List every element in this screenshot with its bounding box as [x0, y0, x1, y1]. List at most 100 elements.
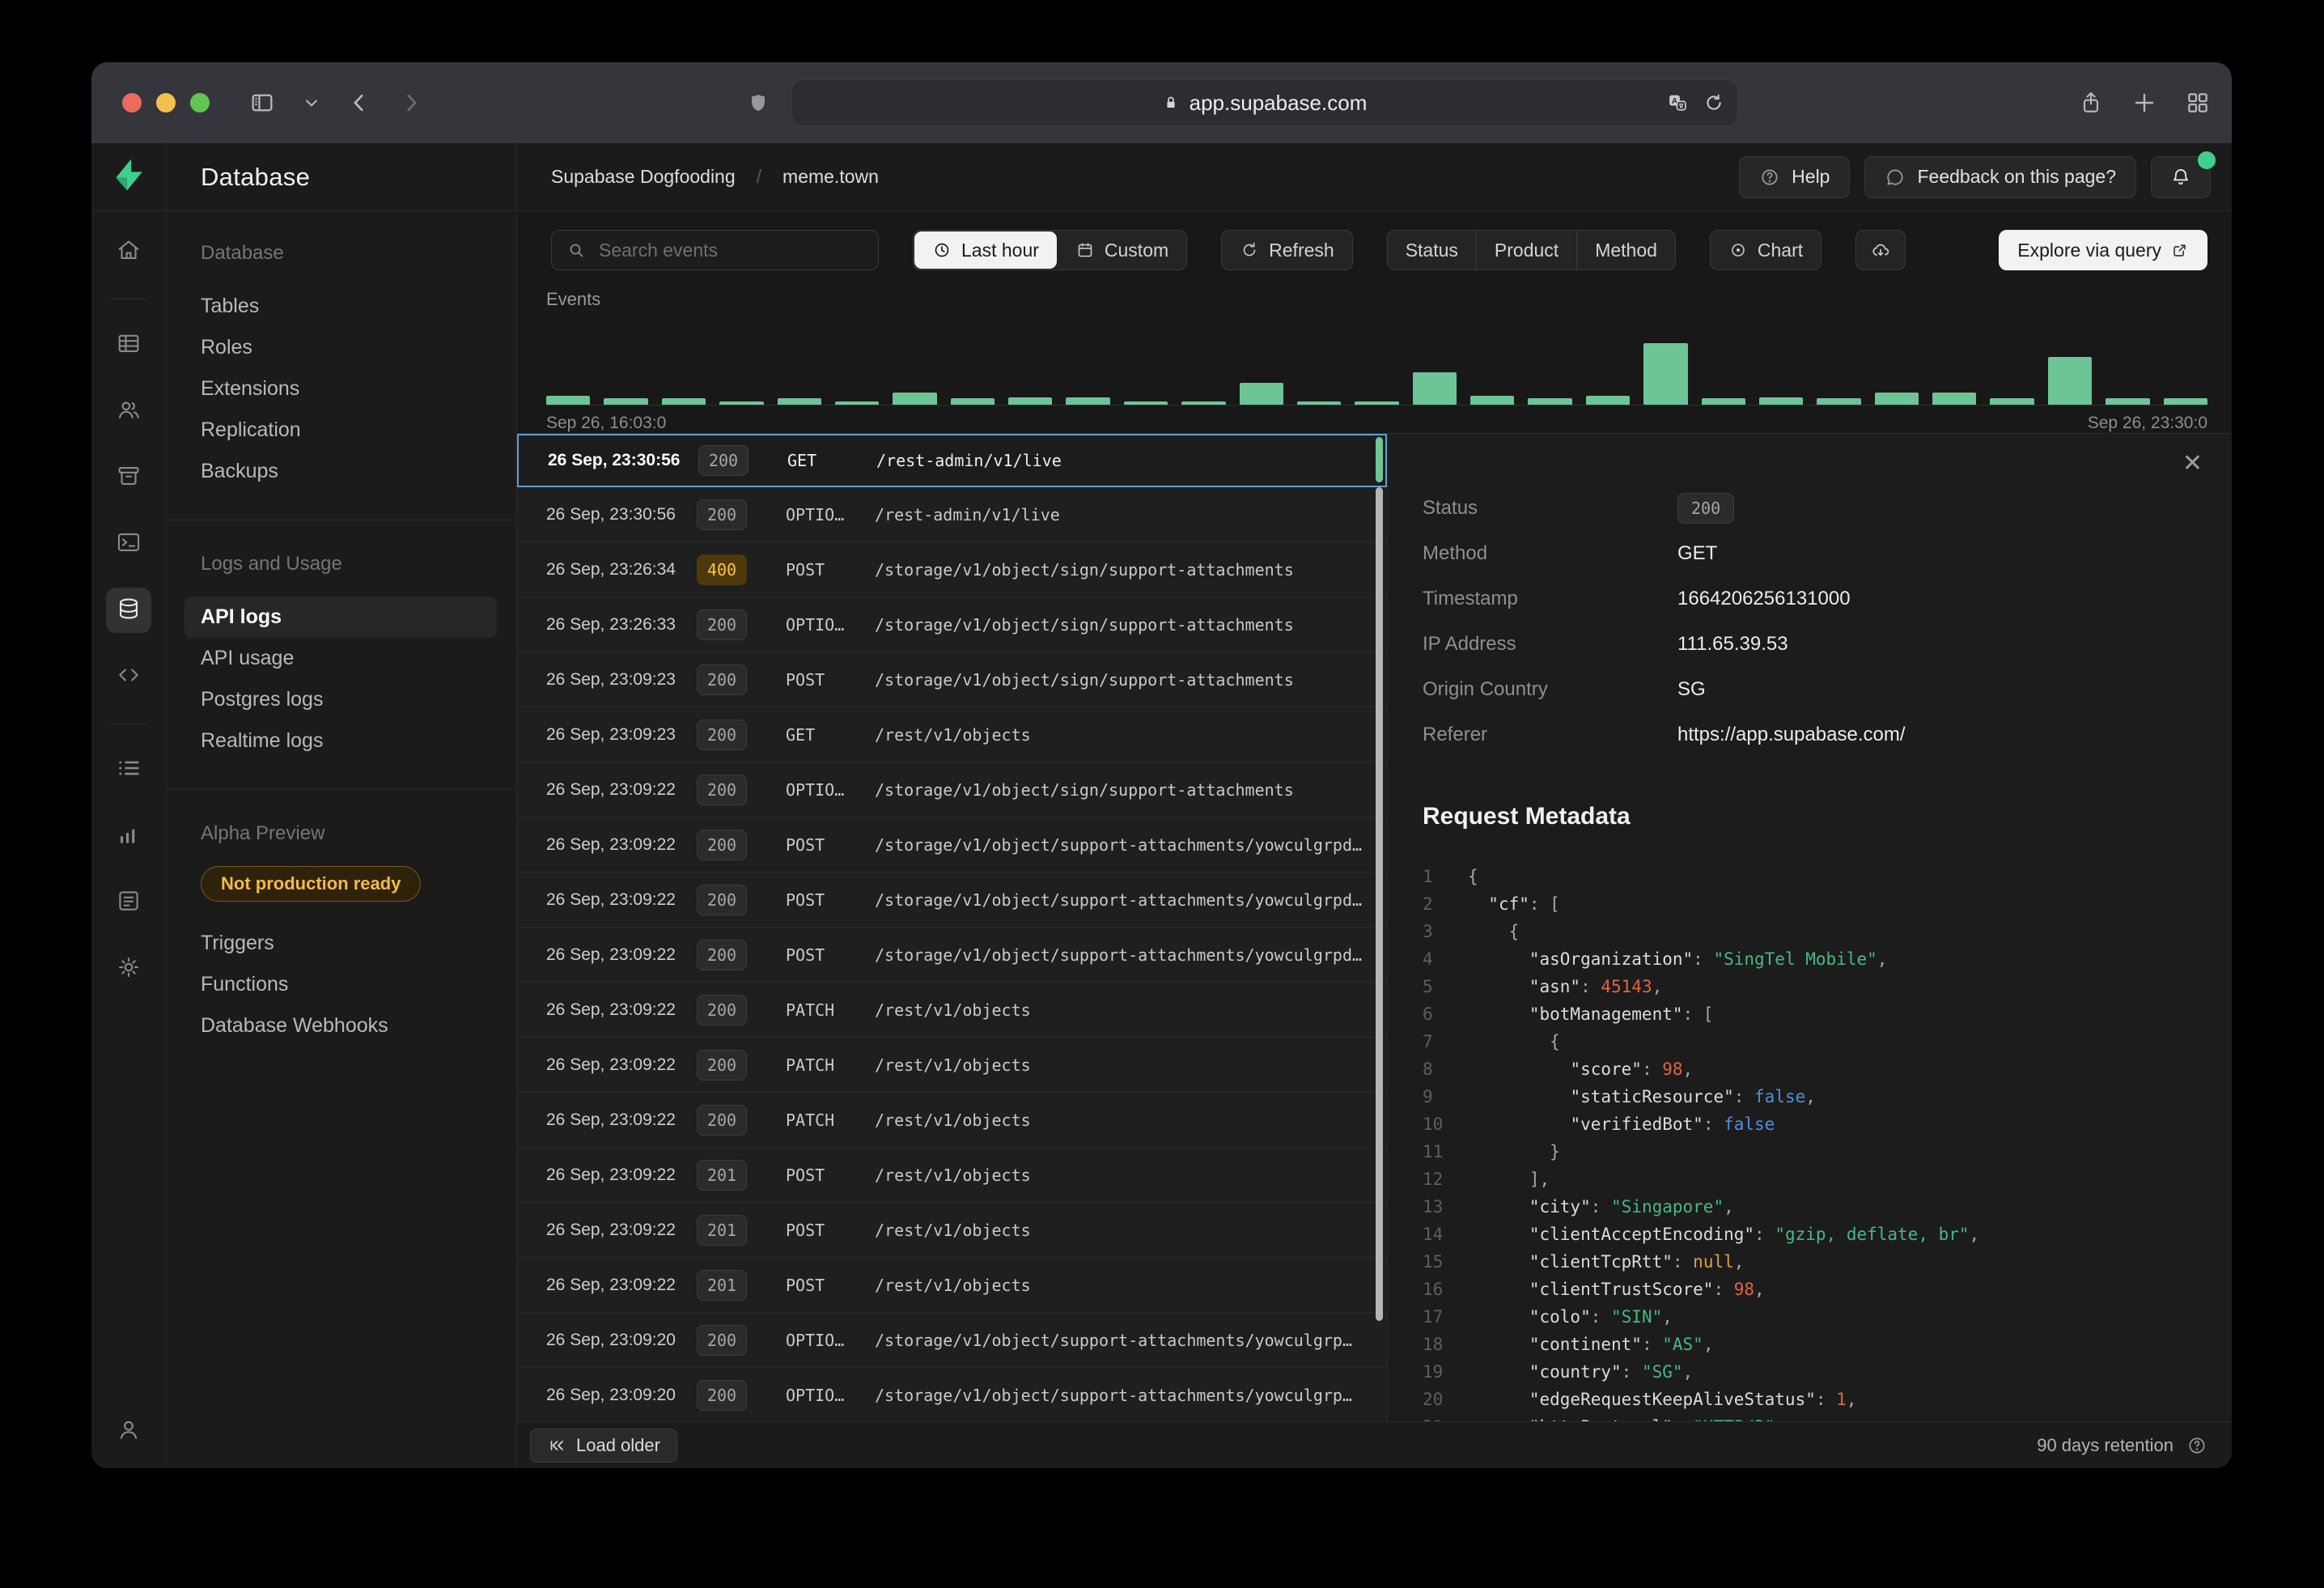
rail-item-docs-file[interactable]: [106, 880, 151, 925]
chart-bar[interactable]: [2164, 398, 2207, 405]
chart-bar[interactable]: [1181, 401, 1225, 405]
log-row[interactable]: 26 Sep, 23:26:34400POST/storage/v1/objec…: [517, 542, 1387, 597]
forward-button[interactable]: [399, 91, 423, 115]
rail-item-storage[interactable]: [106, 455, 151, 500]
nav-item-extensions[interactable]: Extensions: [201, 368, 500, 410]
tab-overview-icon[interactable]: [2185, 90, 2211, 116]
chart-bar[interactable]: [1643, 343, 1687, 405]
load-older-button[interactable]: Load older: [530, 1429, 677, 1463]
rail-item-account-user[interactable]: [106, 1408, 151, 1454]
explore-via-query-button[interactable]: Explore via query: [1999, 230, 2207, 270]
chart-bar[interactable]: [1066, 397, 1109, 405]
nav-item-replication[interactable]: Replication: [201, 410, 500, 451]
chart-bar[interactable]: [835, 401, 879, 405]
translate-icon[interactable]: A: [1666, 91, 1689, 114]
log-row[interactable]: 26 Sep, 23:09:22200POST/storage/v1/objec…: [517, 873, 1387, 928]
nav-item-api-logs[interactable]: API logs: [184, 597, 497, 638]
nav-item-postgres-logs[interactable]: Postgres logs: [201, 679, 500, 720]
chart-bar[interactable]: [1702, 398, 1745, 405]
back-button[interactable]: [347, 91, 371, 115]
nav-item-functions[interactable]: Functions: [201, 964, 500, 1005]
chart-bar[interactable]: [1990, 398, 2034, 405]
close-icon[interactable]: ✕: [2182, 452, 2203, 476]
table-scrollbar[interactable]: [1376, 487, 1383, 1321]
chart-bar[interactable]: [546, 396, 590, 405]
share-icon[interactable]: [2078, 90, 2104, 116]
chart-bar[interactable]: [1297, 401, 1341, 405]
chart-bar[interactable]: [1008, 397, 1052, 405]
nav-item-realtime-logs[interactable]: Realtime logs: [201, 720, 500, 762]
log-row[interactable]: 26 Sep, 23:26:33200OPTIO…/storage/v1/obj…: [517, 597, 1387, 652]
nav-item-tables[interactable]: Tables: [201, 286, 500, 327]
last-hour-button[interactable]: Last hour: [914, 231, 1057, 269]
chart-bar[interactable]: [1413, 372, 1457, 405]
retention-help-icon[interactable]: [2186, 1435, 2207, 1456]
custom-range-button[interactable]: Custom: [1058, 231, 1186, 270]
log-row[interactable]: 26 Sep, 23:09:22200POST/storage/v1/objec…: [517, 817, 1387, 873]
log-row[interactable]: 26 Sep, 23:09:23200GET/rest/v1/objects: [517, 707, 1387, 762]
chart-bar[interactable]: [1355, 401, 1398, 405]
new-tab-icon[interactable]: [2131, 90, 2157, 116]
shield-icon[interactable]: [748, 90, 769, 116]
nav-item-roles[interactable]: Roles: [201, 327, 500, 368]
log-row[interactable]: 26 Sep, 23:09:22200POST/storage/v1/objec…: [517, 928, 1387, 983]
chart-bar[interactable]: [1759, 397, 1803, 405]
chart-bar[interactable]: [951, 398, 994, 405]
rail-item-reports-chart[interactable]: [106, 813, 151, 859]
reload-icon[interactable]: [1703, 91, 1724, 114]
rail-item-api-code[interactable]: [106, 654, 151, 699]
chart-bar[interactable]: [2048, 357, 2092, 405]
notifications-button[interactable]: [2151, 156, 2211, 198]
rail-item-home[interactable]: [106, 229, 151, 274]
chart-bar[interactable]: [1124, 401, 1168, 405]
help-button[interactable]: Help: [1739, 156, 1850, 198]
log-row[interactable]: 26 Sep, 23:09:20200OPTIO…/storage/v1/obj…: [517, 1313, 1387, 1368]
rail-item-table-editor[interactable]: [106, 322, 151, 367]
log-row[interactable]: 26 Sep, 23:09:22200PATCH/rest/v1/objects: [517, 1038, 1387, 1093]
log-row[interactable]: 26 Sep, 23:09:22201POST/rest/v1/objects: [517, 1258, 1387, 1313]
breadcrumb-page[interactable]: meme.town: [782, 166, 879, 188]
nav-item-triggers[interactable]: Triggers: [201, 923, 500, 964]
filter-method-button[interactable]: Method: [1576, 231, 1675, 270]
download-logs-button[interactable]: [1855, 230, 1906, 270]
log-row[interactable]: 26 Sep, 23:09:20200OPTIO…/storage/v1/obj…: [517, 1368, 1387, 1421]
nav-item-database-webhooks[interactable]: Database Webhooks: [201, 1005, 500, 1047]
log-row[interactable]: 26 Sep, 23:30:56200GET/rest-admin/v1/liv…: [517, 434, 1387, 487]
chart-bar[interactable]: [1470, 396, 1514, 405]
chart-bar[interactable]: [2106, 398, 2149, 405]
rail-item-settings-gear[interactable]: [106, 946, 151, 991]
supabase-logo[interactable]: [110, 156, 147, 197]
log-row[interactable]: 26 Sep, 23:09:22200PATCH/rest/v1/objects: [517, 983, 1387, 1038]
chart-bar[interactable]: [1817, 398, 1860, 405]
rail-item-sql-editor[interactable]: [106, 521, 151, 567]
metadata-json-viewer[interactable]: 1{2 "cf": [3 {4 "asOrganization": "SingT…: [1423, 863, 2199, 1421]
chart-bar[interactable]: [662, 398, 706, 405]
zoom-window-button[interactable]: [190, 93, 210, 113]
chart-bar[interactable]: [1528, 398, 1571, 405]
rail-item-database[interactable]: [106, 588, 151, 633]
feedback-button[interactable]: Feedback on this page?: [1864, 156, 2136, 198]
sidebar-toggle-icon[interactable]: [248, 89, 276, 117]
chart-bar[interactable]: [604, 398, 647, 405]
close-window-button[interactable]: [122, 93, 142, 113]
refresh-button[interactable]: Refresh: [1221, 230, 1353, 270]
filter-product-button[interactable]: Product: [1476, 231, 1576, 270]
log-row[interactable]: 26 Sep, 23:09:22201POST/rest/v1/objects: [517, 1148, 1387, 1203]
chart-bar[interactable]: [893, 393, 936, 405]
chart-toggle-button[interactable]: Chart: [1710, 230, 1821, 270]
address-bar[interactable]: app.supabase.com A: [791, 79, 1738, 126]
chevron-down-icon[interactable]: [303, 95, 320, 111]
minimize-window-button[interactable]: [156, 93, 176, 113]
chart-bar[interactable]: [719, 401, 763, 405]
log-row[interactable]: 26 Sep, 23:30:56200OPTIO…/rest-admin/v1/…: [517, 487, 1387, 542]
chart-bar[interactable]: [1240, 383, 1283, 405]
log-row[interactable]: 26 Sep, 23:09:22200PATCH/rest/v1/objects: [517, 1093, 1387, 1148]
rail-item-logs-list[interactable]: [106, 747, 151, 792]
filter-status-button[interactable]: Status: [1388, 231, 1476, 270]
chart-bar[interactable]: [1586, 396, 1630, 405]
chart-bar[interactable]: [1875, 393, 1919, 405]
chart-bar[interactable]: [778, 398, 821, 405]
nav-item-api-usage[interactable]: API usage: [201, 638, 500, 679]
search-input[interactable]: [599, 240, 863, 261]
search-events-field[interactable]: [551, 230, 879, 270]
